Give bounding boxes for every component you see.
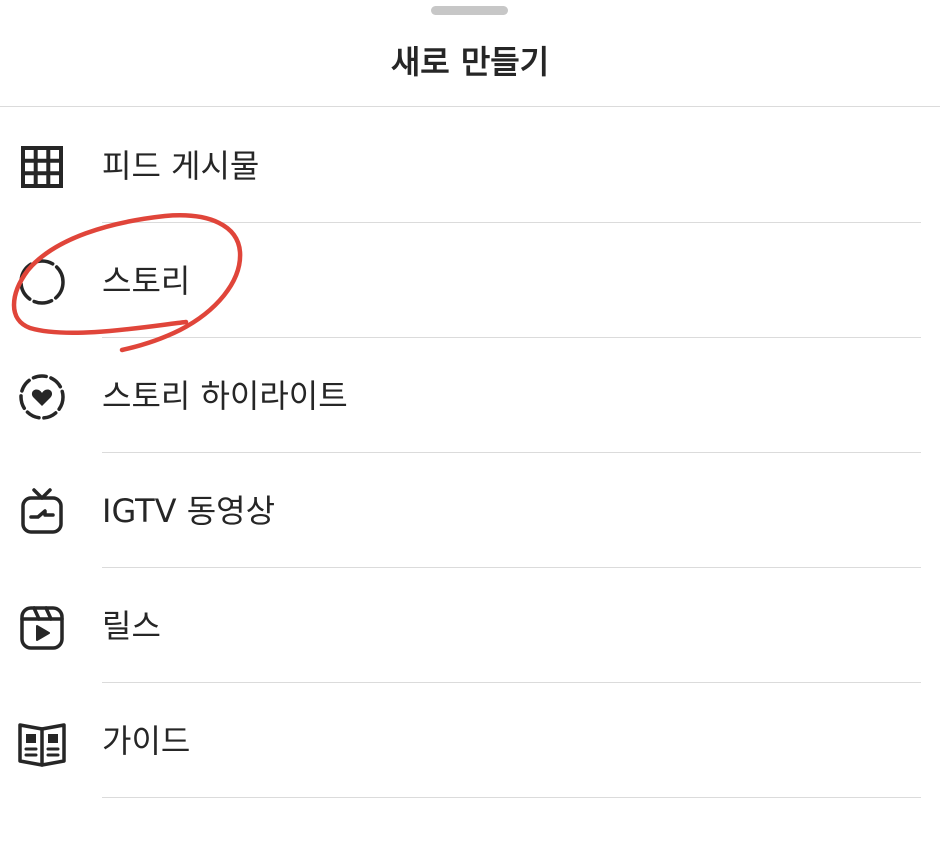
drag-handle[interactable]	[431, 6, 508, 15]
grid-icon	[16, 141, 68, 193]
menu-item-igtv[interactable]: IGTV 동영상	[0, 453, 940, 568]
divider	[102, 797, 921, 798]
story-circle-icon	[16, 256, 68, 308]
menu-item-guide[interactable]: 가이드	[0, 683, 940, 798]
guide-book-icon	[16, 716, 68, 768]
menu-item-story[interactable]: 스토리	[0, 223, 940, 338]
create-menu: 피드 게시물 스토리 스토리 하이라이트 IGTV 동영상 릴스 가이드	[0, 108, 940, 798]
igtv-icon	[16, 486, 68, 538]
menu-item-label: 스토리 하이라이트	[102, 377, 348, 415]
sheet-title: 새로 만들기	[390, 43, 550, 81]
menu-item-label: IGTV 동영상	[102, 492, 276, 530]
story-highlight-heart-icon	[16, 371, 68, 423]
menu-item-label: 가이드	[102, 722, 191, 760]
menu-item-reels[interactable]: 릴스	[0, 568, 940, 683]
menu-item-story-highlight[interactable]: 스토리 하이라이트	[0, 338, 940, 453]
reels-icon	[16, 601, 68, 653]
menu-item-feed-post[interactable]: 피드 게시물	[0, 108, 940, 223]
create-new-sheet: 새로 만들기 피드 게시물 스토리 스토리 하이라이트 IGTV 동영상 릴스 …	[0, 0, 940, 845]
menu-item-label: 스토리	[102, 262, 191, 300]
sheet-header: 새로 만들기	[0, 0, 940, 107]
menu-item-label: 피드 게시물	[102, 147, 260, 185]
menu-item-label: 릴스	[102, 607, 161, 645]
